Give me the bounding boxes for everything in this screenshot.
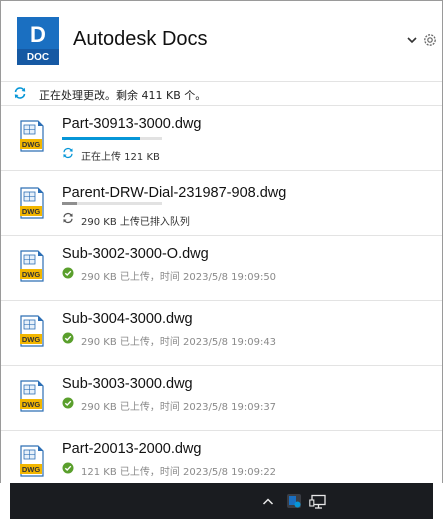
file-name: Part-30913-3000.dwg bbox=[62, 116, 202, 132]
dwg-file-icon: DWG bbox=[20, 315, 44, 347]
file-list: DWG Part-30913-3000.dwg 正在上传 121 KB DWG Pare… bbox=[1, 106, 442, 484]
file-name: Sub-3002-3000-O.dwg bbox=[62, 246, 209, 262]
file-status-text: 正在上传 121 KB bbox=[81, 152, 160, 163]
file-item[interactable]: DWG Sub-3003-3000.dwg 290 KB 已上传，时间 2023/5… bbox=[1, 366, 442, 431]
app-title: Autodesk Docs bbox=[73, 28, 208, 50]
dwg-file-icon: DWG bbox=[20, 120, 44, 152]
svg-text:DWG: DWG bbox=[22, 140, 40, 149]
logo-letter: D bbox=[30, 22, 46, 47]
file-status-text: 290 KB 已上传，时间 2023/5/8 19:09:50 bbox=[81, 272, 277, 283]
upload-progress-fill bbox=[62, 202, 77, 205]
svg-text:DWG: DWG bbox=[22, 270, 40, 279]
gear-icon[interactable] bbox=[422, 32, 438, 48]
file-name: Part-20013-2000.dwg bbox=[62, 441, 202, 457]
taskbar bbox=[0, 483, 443, 523]
logo-caption: DOC bbox=[27, 52, 49, 63]
check-circle-icon bbox=[62, 397, 74, 409]
check-circle-icon bbox=[62, 267, 74, 279]
file-name: Parent-DRW-Dial-231987-908.dwg bbox=[62, 185, 287, 201]
dwg-file-icon: DWG bbox=[20, 380, 44, 412]
dwg-file-icon: DWG bbox=[20, 250, 44, 282]
sync-icon bbox=[63, 147, 73, 159]
svg-text:DWG: DWG bbox=[22, 207, 40, 216]
file-status-text: 121 KB 已上传，时间 2023/5/8 19:09:22 bbox=[81, 467, 277, 478]
upload-progress-bar bbox=[62, 137, 162, 140]
sync-icon bbox=[14, 87, 26, 99]
network-icon[interactable] bbox=[309, 494, 327, 510]
file-item[interactable]: DWG Sub-3004-3000.dwg 290 KB 已上传，时间 2023/5… bbox=[1, 301, 442, 366]
autodesk-docs-tray-icon[interactable] bbox=[286, 493, 302, 509]
check-circle-icon bbox=[62, 462, 74, 474]
file-name: Sub-3004-3000.dwg bbox=[62, 311, 193, 327]
dwg-file-icon: DWG bbox=[20, 445, 44, 477]
svg-text:DWG: DWG bbox=[22, 465, 40, 474]
autodesk-docs-logo: D DOC bbox=[17, 17, 59, 65]
file-status-text: 290 KB 已上传，时间 2023/5/8 19:09:37 bbox=[81, 402, 277, 413]
dwg-file-icon: DWG bbox=[20, 187, 44, 219]
svg-text:DWG: DWG bbox=[22, 335, 40, 344]
status-text: 正在处理更改。剩余 411 KB 个。 bbox=[39, 89, 207, 102]
file-item[interactable]: DWG Parent-DRW-Dial-231987-908.dwg 290 KB … bbox=[1, 171, 442, 236]
processing-status-bar: 正在处理更改。剩余 411 KB 个。 bbox=[1, 82, 442, 106]
file-item[interactable]: DWG Part-30913-3000.dwg 正在上传 121 KB bbox=[1, 106, 442, 171]
chevron-down-icon[interactable] bbox=[406, 35, 418, 45]
taskbar-tray bbox=[10, 483, 433, 519]
upload-progress-bar bbox=[62, 202, 162, 205]
docs-window: D DOC Autodesk Docs 正在处理更改。剩余 411 KB 个。 … bbox=[0, 0, 443, 484]
svg-text:DWG: DWG bbox=[22, 400, 40, 409]
file-item[interactable]: DWG Sub-3002-3000-O.dwg 290 KB 已上传，时间 2023… bbox=[1, 236, 442, 301]
sync-icon bbox=[63, 212, 73, 224]
file-status-text: 290 KB 上传已排入队列 bbox=[81, 217, 190, 228]
file-item[interactable]: DWG Part-20013-2000.dwg 121 KB 已上传，时间 2023… bbox=[1, 431, 442, 484]
file-status-text: 290 KB 已上传，时间 2023/5/8 19:09:43 bbox=[81, 337, 277, 348]
chevron-up-icon[interactable] bbox=[262, 497, 274, 506]
check-circle-icon bbox=[62, 332, 74, 344]
file-name: Sub-3003-3000.dwg bbox=[62, 376, 193, 392]
header: D DOC Autodesk Docs bbox=[1, 1, 442, 82]
upload-progress-fill bbox=[62, 137, 140, 140]
